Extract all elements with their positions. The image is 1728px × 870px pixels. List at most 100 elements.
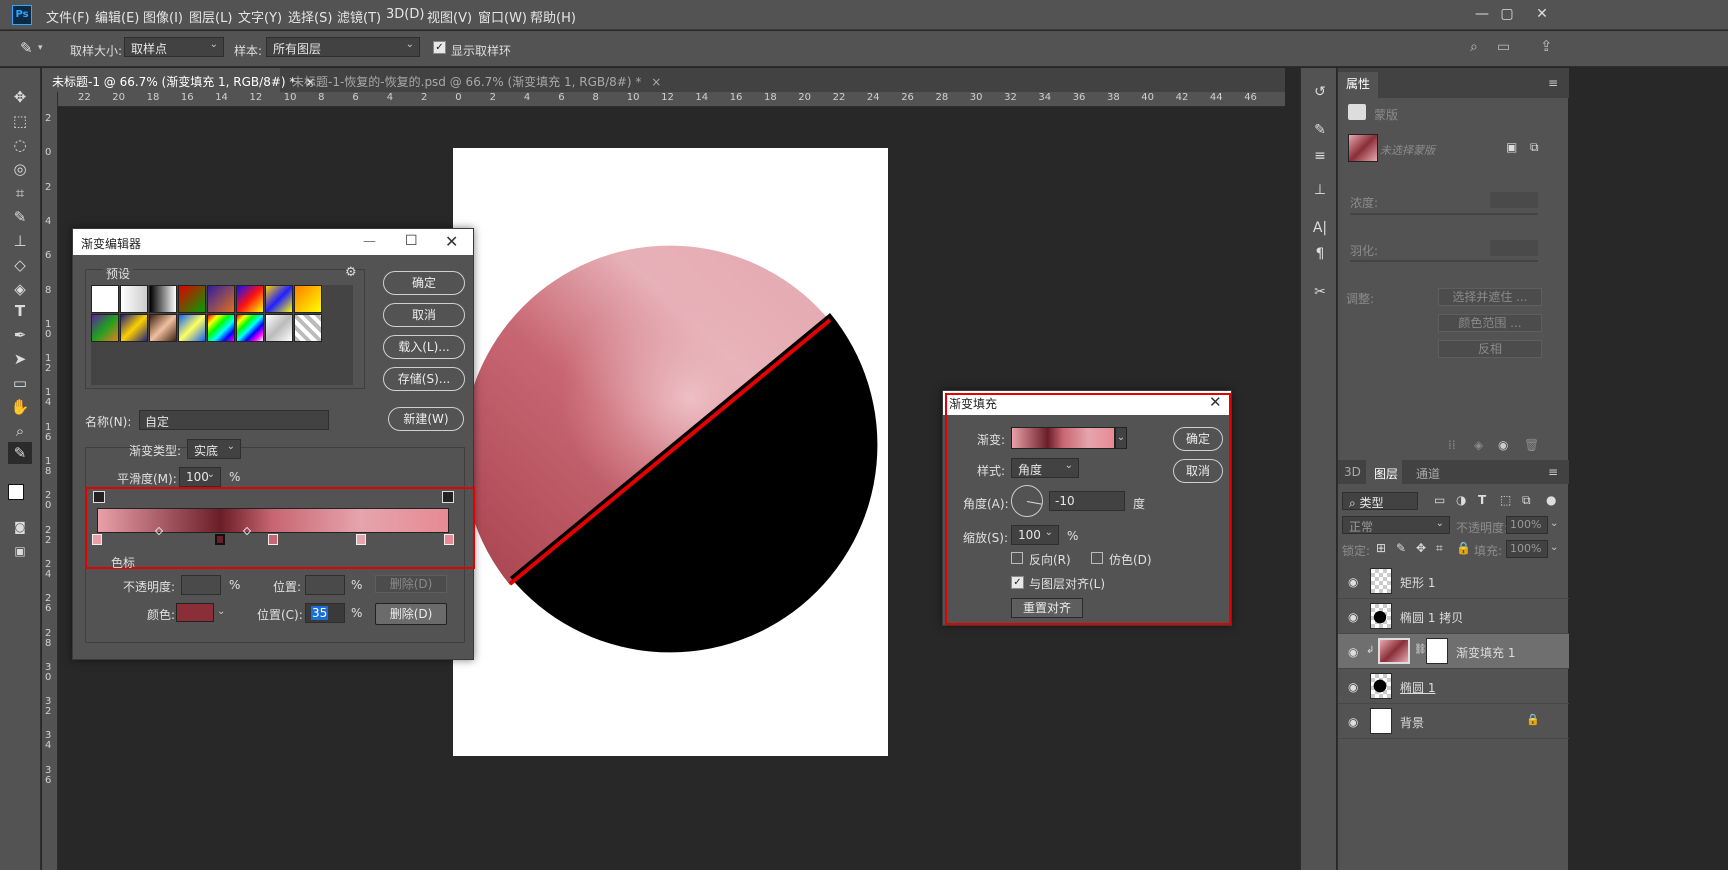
preset-swatch[interactable] <box>120 314 148 342</box>
restore-button[interactable]: ▢ <box>1495 4 1519 26</box>
paint-bucket-tool-icon[interactable]: ◈ <box>8 278 32 300</box>
preset-swatch[interactable] <box>236 314 264 342</box>
invert-button[interactable]: 反相 <box>1438 340 1542 358</box>
vector-mask-icon[interactable]: ⧉ <box>1530 140 1539 155</box>
menu-help[interactable]: 帮助(H) <box>530 7 576 26</box>
doc-tab-inactive[interactable]: 未标题-1-恢复的-恢复的.psd @ 66.7% (渐变填充 1, RGB/8… <box>282 68 661 92</box>
delete-color-stop-button[interactable]: 删除(D) <box>375 603 447 625</box>
lock-transparent-icon[interactable]: ⊞ <box>1376 541 1386 555</box>
eye-icon[interactable]: ◉ <box>1348 645 1358 659</box>
preset-swatch[interactable] <box>149 285 177 313</box>
chevron-down-icon[interactable]: ⌄ <box>1115 427 1127 449</box>
name-input[interactable]: 自定 <box>139 410 329 430</box>
dither-checkbox[interactable] <box>1091 552 1103 564</box>
visibility-icon[interactable]: ◉ <box>1498 438 1508 452</box>
cancel-button[interactable]: 取消 <box>1173 459 1223 483</box>
lock-all-icon[interactable]: 🔒 <box>1456 541 1471 555</box>
menu-edit[interactable]: 编辑(E) <box>95 7 139 26</box>
lock-artboard-icon[interactable]: ⌗ <box>1436 541 1443 556</box>
eyedropper-tool-icon[interactable]: ✎ <box>8 442 32 464</box>
color-stop[interactable] <box>268 534 278 545</box>
show-ring-checkbox[interactable]: ✓ <box>433 41 446 54</box>
layer-row-ellipse-copy[interactable]: ◉ 椭圆 1 拷贝 <box>1338 599 1569 634</box>
sample-size-dropdown[interactable]: 取样点 ⌄ <box>124 37 224 57</box>
rectangle-tool-icon[interactable]: ▭ <box>8 372 32 394</box>
doc-tab-active[interactable]: 未标题-1 @ 66.7% (渐变填充 1, RGB/8#) * × <box>42 68 315 92</box>
density-input[interactable] <box>1490 192 1538 208</box>
chevron-down-icon[interactable]: ⌄ <box>217 606 225 617</box>
gradient-picker[interactable] <box>1011 427 1115 449</box>
eye-icon[interactable]: ◉ <box>1348 715 1358 729</box>
layer-row-background[interactable]: ◉ 背景 🔒 <box>1338 704 1569 739</box>
tool-preset-chevron-icon[interactable]: ▾ <box>38 43 43 53</box>
opacity-stop-right[interactable] <box>442 491 454 503</box>
apply-mask-icon[interactable]: ◈ <box>1474 438 1483 452</box>
character-icon[interactable]: A| <box>1309 218 1331 238</box>
menu-file[interactable]: 文件(F) <box>46 7 90 26</box>
preset-swatch[interactable] <box>178 285 206 313</box>
move-tool-icon[interactable]: ✥ <box>8 86 32 108</box>
layer-row-ellipse[interactable]: ◉ 椭圆 1 <box>1338 669 1569 704</box>
tab-properties[interactable]: 属性 <box>1338 72 1379 98</box>
trash-icon[interactable]: 🗑 <box>1524 438 1539 452</box>
ok-button[interactable]: 确定 <box>1173 427 1223 451</box>
panel-menu-icon[interactable]: ≡ <box>1548 76 1558 90</box>
crop-tool-icon[interactable]: ⌗ <box>8 182 32 204</box>
layer-filter-dropdown[interactable]: ⌕ 类型 <box>1342 492 1418 510</box>
hand-tool-icon[interactable]: ✋ <box>8 396 32 418</box>
preset-swatch[interactable] <box>207 285 235 313</box>
align-with-layer-checkbox[interactable]: ✓ <box>1011 576 1024 589</box>
menu-image[interactable]: 图像(I) <box>143 7 183 26</box>
stamp-tool-icon[interactable]: ⊥ <box>8 230 32 252</box>
load-button[interactable]: 载入(L)... <box>383 335 465 359</box>
type-tool-icon[interactable]: T <box>8 300 32 322</box>
screen-mode-icon[interactable]: ▣ <box>8 540 32 562</box>
angle-input[interactable]: -10 <box>1049 491 1125 511</box>
color-stop[interactable] <box>215 534 226 545</box>
menu-type[interactable]: 文字(Y) <box>238 7 282 26</box>
brush-tool-icon[interactable]: ✎ <box>8 206 32 228</box>
ok-button[interactable]: 确定 <box>383 271 465 295</box>
close-icon[interactable]: ✕ <box>445 232 458 251</box>
save-button[interactable]: 存储(S)... <box>383 367 465 391</box>
chevron-down-icon[interactable]: ⌄ <box>1550 518 1558 529</box>
link-icon[interactable]: ⛓ <box>1414 644 1427 655</box>
preset-swatch[interactable] <box>294 285 322 313</box>
preset-swatch[interactable] <box>265 285 293 313</box>
menu-window[interactable]: 窗口(W) <box>478 7 527 26</box>
preset-swatch[interactable] <box>91 285 119 313</box>
reset-align-button[interactable]: 重置对齐 <box>1011 598 1083 618</box>
document-artboard[interactable] <box>453 148 888 756</box>
eye-icon[interactable]: ◉ <box>1348 680 1358 694</box>
opacity-input[interactable] <box>181 575 221 595</box>
scale-input[interactable]: 100 ⌄ <box>1011 525 1059 545</box>
angle-dial[interactable] <box>1011 485 1043 517</box>
position-input-disabled[interactable] <box>305 575 345 595</box>
minimize-icon[interactable]: — <box>363 234 376 249</box>
quick-select-tool-icon[interactable]: ◎ <box>8 158 32 180</box>
filter-type-icon[interactable]: T <box>1478 493 1486 507</box>
pen-tool-icon[interactable]: ✒ <box>8 324 32 346</box>
paragraph-icon[interactable]: ¶ <box>1309 244 1331 264</box>
feather-input[interactable] <box>1490 240 1538 256</box>
brush-settings-icon[interactable]: ✎ <box>1309 120 1331 140</box>
cancel-button[interactable]: 取消 <box>383 303 465 327</box>
pixel-mask-icon[interactable]: ▣ <box>1506 140 1517 154</box>
gradient-preview-bar[interactable] <box>97 508 449 533</box>
preset-swatch[interactable] <box>120 285 148 313</box>
lock-image-icon[interactable]: ✎ <box>1396 541 1406 555</box>
workspace-icon[interactable]: ▭ <box>1497 39 1510 55</box>
gradient-type-dropdown[interactable]: 实底 ⌄ <box>187 439 241 459</box>
sample-dropdown[interactable]: 所有图层 ⌄ <box>266 37 420 57</box>
blend-mode-dropdown[interactable]: 正常 ⌄ <box>1342 516 1450 534</box>
stop-color-swatch[interactable] <box>176 603 214 622</box>
density-slider[interactable] <box>1350 213 1538 215</box>
eye-icon[interactable]: ◉ <box>1348 610 1358 624</box>
chevron-down-icon[interactable]: ⌄ <box>1550 542 1558 553</box>
tab-layers[interactable]: 图层 <box>1374 465 1398 482</box>
reverse-checkbox[interactable] <box>1011 552 1023 564</box>
tab-channels[interactable]: 通道 <box>1416 465 1440 482</box>
path-select-tool-icon[interactable]: ➤ <box>8 348 32 370</box>
adjust-icon[interactable]: ≡ <box>1309 146 1331 166</box>
color-stop[interactable] <box>356 534 366 545</box>
